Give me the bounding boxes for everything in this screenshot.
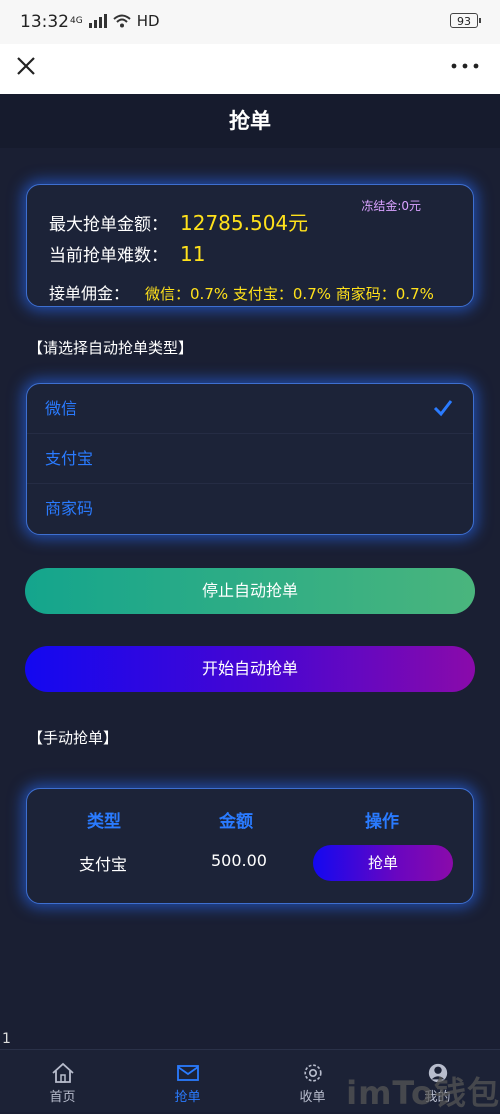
check-icon <box>433 400 453 417</box>
tab-grab[interactable]: 抢单 <box>125 1050 250 1112</box>
network-label: 4G <box>70 16 83 26</box>
top-nav <box>0 44 500 95</box>
bottom-tab-bar: 首页 抢单 收单 我的 <box>0 1049 500 1112</box>
wifi-icon <box>113 14 131 28</box>
commission-label: 接单佣金： <box>49 284 130 303</box>
type-option-label: 微信 <box>45 399 78 418</box>
max-amount-label: 最大抢单金额： <box>49 215 168 235</box>
manual-grab-table: 类型 金额 操作 支付宝 500.00 抢单 <box>26 788 474 904</box>
status-time: 13:32 <box>20 12 69 32</box>
gear-icon <box>303 1064 322 1082</box>
stop-auto-grab-button[interactable]: 停止自动抢单 <box>25 568 475 614</box>
account-info-card: 最大抢单金额： 12785.504元 冻结金:0元 当前抢单难数： 11 接单佣金：… <box>26 184 474 307</box>
tab-receive[interactable]: 收单 <box>250 1050 375 1112</box>
auto-type-section-label: 【请选择自动抢单类型】 <box>28 339 194 357</box>
type-option-wechat[interactable]: 微信 <box>27 384 473 434</box>
column-header-amount: 金额 <box>219 812 253 832</box>
commission-value: 微信：0.7% 支付宝：0.7% 商家码：0.7% <box>145 285 434 303</box>
more-icon[interactable] <box>450 60 480 72</box>
type-option-alipay[interactable]: 支付宝 <box>27 434 473 484</box>
type-option-merchant-code[interactable]: 商家码 <box>27 484 473 534</box>
page-title: 抢单 <box>0 94 500 148</box>
type-option-label: 支付宝 <box>45 449 94 468</box>
row-amount: 500.00 <box>211 851 267 870</box>
hd-label: HD <box>136 12 160 30</box>
status-bar: 13:32 4G HD 93 <box>0 0 500 44</box>
user-icon <box>428 1063 447 1083</box>
start-auto-grab-button[interactable]: 开始自动抢单 <box>25 646 475 692</box>
tab-home[interactable]: 首页 <box>0 1050 125 1112</box>
difficulty-label: 当前抢单难数： <box>49 246 168 266</box>
difficulty-row: 当前抢单难数： 11 <box>49 241 205 266</box>
grab-order-button[interactable]: 抢单 <box>313 845 453 881</box>
frozen-amount: 冻结金:0元 <box>361 199 421 213</box>
tab-label: 首页 <box>49 1090 76 1105</box>
tab-label: 抢单 <box>174 1090 201 1105</box>
type-option-label: 商家码 <box>45 499 94 518</box>
mail-icon <box>176 1065 199 1081</box>
manual-grab-section-label: 【手动抢单】 <box>28 729 119 747</box>
tab-mine[interactable]: 我的 <box>375 1050 500 1112</box>
home-icon <box>51 1062 74 1083</box>
commission-row: 接单佣金： 微信：0.7% 支付宝：0.7% 商家码：0.7% <box>49 280 434 304</box>
difficulty-value: 11 <box>180 242 206 266</box>
close-icon[interactable] <box>14 54 38 78</box>
row-type: 支付宝 <box>79 855 128 874</box>
max-amount-value: 12785.504元 <box>180 211 309 235</box>
tab-label: 我的 <box>424 1090 451 1105</box>
column-header-type: 类型 <box>87 812 121 832</box>
max-amount-row: 最大抢单金额： 12785.504元 <box>49 207 308 236</box>
signal-icon <box>88 14 107 28</box>
column-header-action: 操作 <box>365 812 399 832</box>
signal-indicators: 4G HD <box>70 12 160 30</box>
grab-type-list: 微信 支付宝 商家码 <box>26 383 474 535</box>
tab-label: 收单 <box>299 1090 326 1105</box>
battery-icon: 93 <box>450 13 481 28</box>
stray-text: 1 <box>2 1031 11 1047</box>
